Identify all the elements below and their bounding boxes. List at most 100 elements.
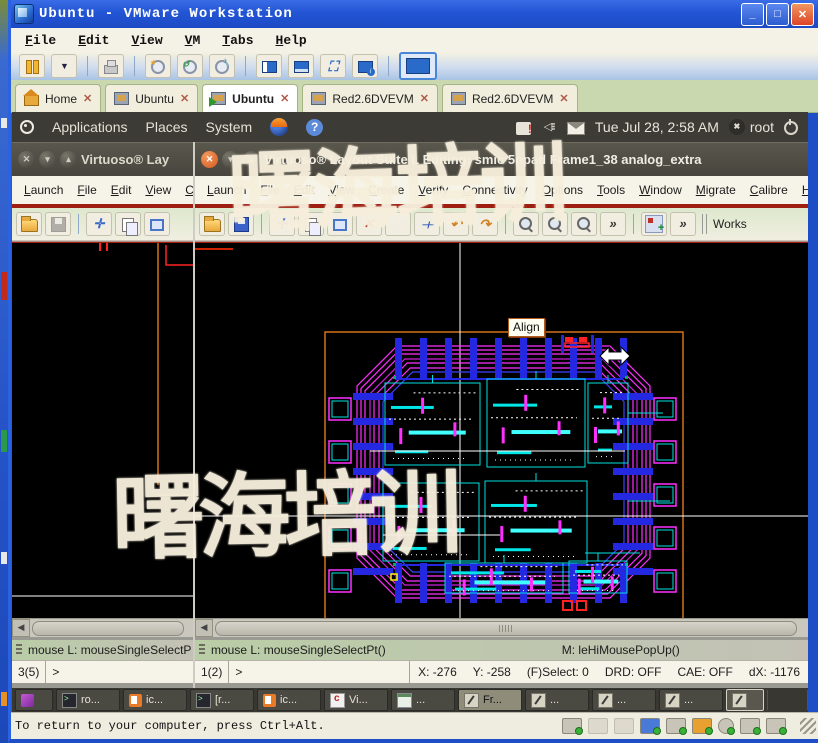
save-button[interactable] [228,212,254,236]
menu-item-help[interactable]: Help [276,33,307,48]
tab-red2-6dvevm[interactable]: Red2.6DVEVM✕ [442,84,578,112]
menu-item-options[interactable]: Options [536,181,589,199]
delete-button[interactable] [356,212,382,236]
virtuoso-front-titlebar[interactable]: ✕ ▾ ▴ Virtuoso® Layout Suite L Editing: … [195,142,808,176]
printer-icon[interactable] [666,718,686,734]
window-maximize-icon[interactable]: ▴ [243,151,260,168]
resize-grip-icon[interactable] [800,718,816,734]
taskbar-item-[interactable]: ... [592,689,656,711]
menu-item-tools[interactable]: Tools [591,181,631,199]
overflow-button[interactable] [600,212,626,236]
power-icon[interactable] [784,121,798,135]
tab-home[interactable]: Home✕ [15,84,101,112]
sound-icon[interactable] [692,718,712,734]
hscrollbar-back[interactable]: ◀ [12,618,193,637]
workspace-label[interactable]: Works [713,217,747,231]
prompt-caret[interactable]: > [229,661,409,683]
tab-close-icon[interactable]: ✕ [420,92,429,105]
layout-canvas[interactable] [195,243,808,618]
taskbar-item-Vi[interactable]: Vi... [324,689,388,711]
virtuoso-back-titlebar[interactable]: ✕ ▾ ▴ Virtuoso® Lay [12,142,193,176]
info-button[interactable] [385,212,411,236]
stretch-button[interactable] [327,212,353,236]
taskbar-item-[interactable]: ... [659,689,723,711]
power-pause-button[interactable] [19,54,45,78]
open-button[interactable] [16,212,42,236]
tab-ubuntu[interactable]: Ubuntu✕ [105,84,198,112]
open-button[interactable] [199,212,225,236]
menu-item-edit[interactable]: Edit [288,181,321,199]
mon-info-button[interactable] [352,54,378,78]
toolbar-grip[interactable] [702,214,707,234]
places-menu[interactable]: Places [146,119,188,135]
console-view-button[interactable] [399,52,437,80]
taskbar-item[interactable] [15,689,53,711]
zoom-in-button[interactable] [513,212,539,236]
menu-item-c[interactable]: C [179,181,193,199]
taskbar-item-ro[interactable]: ro... [56,689,120,711]
taskbar-item-Fr[interactable]: Fr... [458,689,522,711]
save-dis-button[interactable] [45,212,71,236]
window-minimize-icon[interactable]: ▾ [39,151,56,168]
move-button[interactable] [86,212,112,236]
fullscr-button[interactable] [320,54,346,78]
zoom-out-button[interactable] [542,212,568,236]
snap1-button[interactable] [145,54,171,78]
menu-item-file[interactable]: File [71,181,102,199]
tab-close-icon[interactable]: ✕ [280,92,289,105]
undo-button[interactable] [443,212,469,236]
applications-menu[interactable]: Applications [52,119,128,135]
menu-item-launch[interactable]: Launch [201,181,252,199]
overflow-button[interactable] [670,212,696,236]
snap3-button[interactable] [209,54,235,78]
harddisk-icon[interactable] [562,718,582,734]
properties-button[interactable] [414,212,440,236]
menu-item-help[interactable]: Help [796,181,808,199]
help-icon[interactable] [306,119,323,136]
snap2-button[interactable] [177,54,203,78]
scroll-left-icon[interactable]: ◀ [195,619,213,637]
maximize-button[interactable]: □ [766,3,789,26]
system-menu[interactable]: System [206,119,253,135]
username[interactable]: root [750,119,774,135]
window-close-icon[interactable]: ✕ [201,151,218,168]
menu-item-window[interactable]: Window [633,181,688,199]
vmware-titlebar[interactable]: Ubuntu - VMware Workstation _ □ ✕ [11,0,818,28]
menu-item-view[interactable]: View [139,181,177,199]
menu-item-edit[interactable]: Edit [78,33,109,48]
network-alert-icon[interactable] [516,122,531,135]
mon-side-button[interactable] [256,54,282,78]
volume-icon[interactable] [541,119,557,135]
menu-item-create[interactable]: Create [362,181,410,199]
menu-item-file[interactable]: File [25,33,56,48]
scroll-thumb[interactable] [215,621,797,636]
window-close-icon[interactable]: ✕ [18,151,35,168]
mon-sum-button[interactable] [288,54,314,78]
panel-clock[interactable]: Tue Jul 28, 2:58 AM [595,119,719,135]
taskbar-item-[interactable]: ... [391,689,455,711]
taskbar-item[interactable] [726,689,764,711]
menu-item-file[interactable]: File [254,181,285,199]
redo-button[interactable] [472,212,498,236]
menu-item-verify[interactable]: Verify [412,181,454,199]
hscrollbar[interactable]: ◀ [195,618,808,637]
grip-icon[interactable] [199,644,205,656]
network-icon[interactable] [640,718,660,734]
taskbar-item-[interactable]: ... [525,689,589,711]
dropdown-button[interactable] [51,54,77,78]
minimize-button[interactable]: _ [741,3,764,26]
firefox-icon[interactable] [270,118,288,136]
connectivity-button[interactable] [641,212,667,236]
tab-red2-6dvevm[interactable]: Red2.6DVEVM✕ [302,84,438,112]
tab-close-icon[interactable]: ✕ [83,92,92,105]
mail-icon[interactable] [567,122,585,135]
menu-item-vm[interactable]: VM [185,33,201,48]
menu-item-tabs[interactable]: Tabs [222,33,253,48]
layout-canvas-back[interactable] [12,243,193,618]
menu-item-connectivity[interactable]: Connectivity [456,181,533,199]
webcam-icon[interactable] [718,718,734,734]
taskbar-item-r[interactable]: [r... [190,689,254,711]
zoom-fit-button[interactable] [571,212,597,236]
devices-button[interactable] [98,54,124,78]
menu-item-calibre[interactable]: Calibre [744,181,794,199]
